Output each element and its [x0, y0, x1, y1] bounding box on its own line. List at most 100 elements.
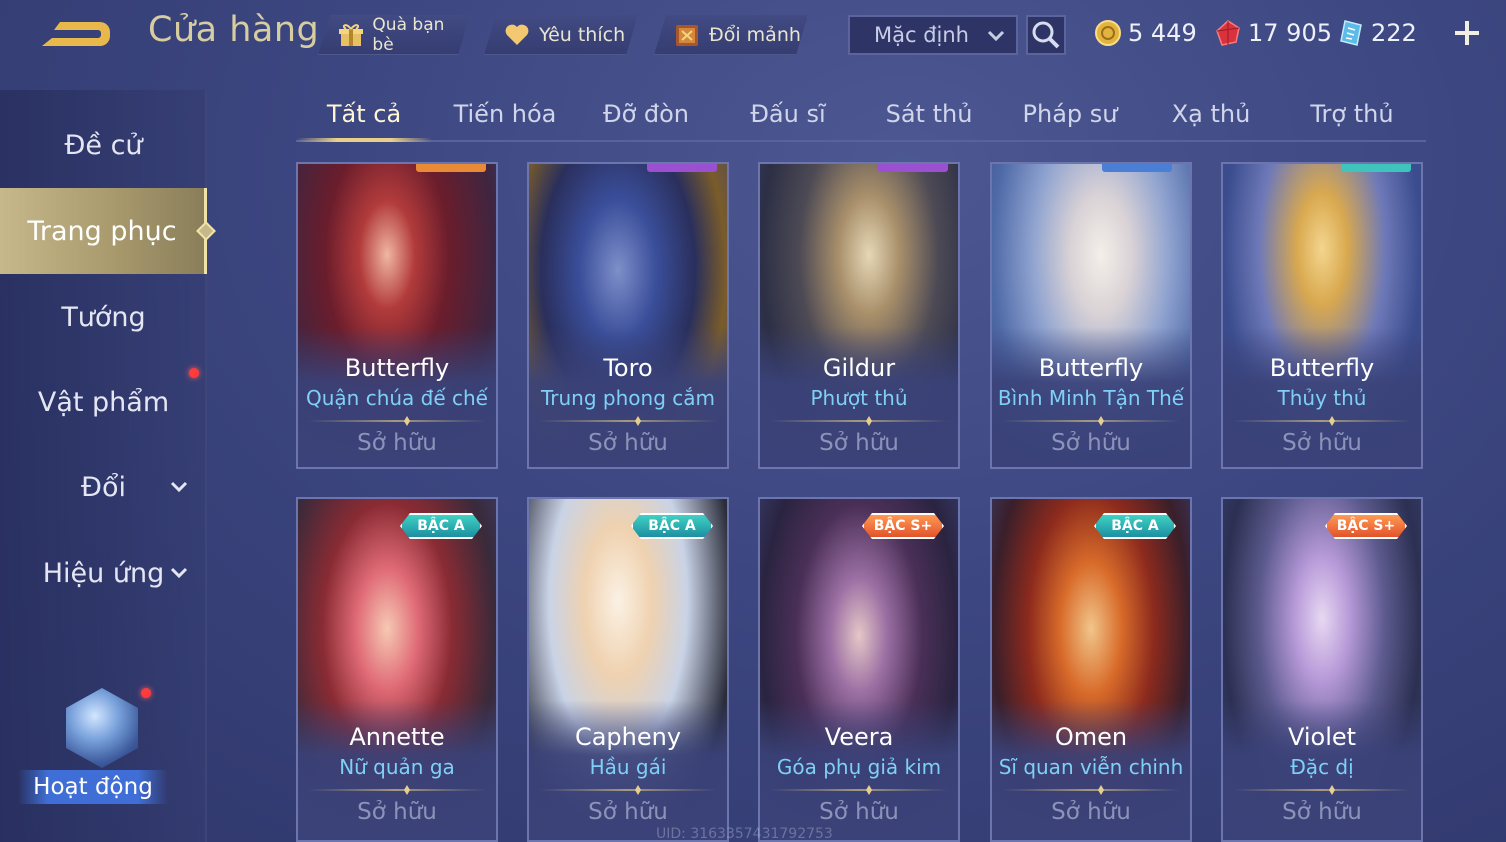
- hero-name: Butterfly: [344, 354, 450, 382]
- hero-name: Annette: [349, 723, 445, 751]
- skin-card[interactable]: Butterfly Bình Minh Tận Thế Sở hữu: [990, 162, 1192, 469]
- gift-icon: [337, 21, 364, 49]
- ruby-gem-icon: [1216, 20, 1240, 46]
- owned-status: Sở hữu: [819, 799, 899, 825]
- skin-name: Góa phụ giả kim: [776, 755, 942, 779]
- voucher-balance: 222: [1337, 16, 1417, 50]
- favorite-label: Yêu thích: [539, 24, 626, 46]
- skin-card[interactable]: Butterfly Quận chúa đế chế Sở hữu: [296, 162, 498, 469]
- favorite-button[interactable]: Yêu thích: [484, 15, 638, 55]
- skin-name: Sĩ quan viễn chinh: [998, 755, 1184, 779]
- tier-badge: BẬC S+: [1325, 513, 1407, 539]
- gold-coin-icon: [1095, 20, 1121, 46]
- notification-dot: [189, 368, 199, 378]
- tab-fighter[interactable]: Đấu sĩ: [720, 88, 856, 140]
- hero-name: Butterfly: [1269, 354, 1375, 382]
- skin-card[interactable]: Toro Trung phong cắm Sở hữu: [527, 162, 729, 469]
- tier-badge: BẬC A: [1094, 513, 1176, 539]
- skin-card[interactable]: BẬC S+ Veera Góa phụ giả kim Sở hữu: [758, 497, 960, 842]
- chevron-down-icon: [170, 567, 188, 579]
- owned-status: Sở hữu: [1051, 430, 1131, 456]
- owned-status: Sở hữu: [1282, 430, 1362, 456]
- skin-name: Phượt thủ: [810, 386, 908, 410]
- sidebar-item-skins[interactable]: Trang phục: [0, 188, 216, 274]
- sidebar-item-effects[interactable]: Hiệu ứng: [0, 543, 207, 603]
- tab-support[interactable]: Trợ thủ: [1284, 88, 1420, 140]
- owned-status: Sở hữu: [357, 430, 437, 456]
- sidebar-item-label: Trang phục: [27, 215, 177, 247]
- top-bar: Cửa hàng Quà bạn bè Yêu thích Đổi mảnh M…: [0, 0, 1506, 72]
- hero-name: Toro: [603, 354, 653, 382]
- event-button[interactable]: Hoạt động: [18, 680, 168, 810]
- search-button[interactable]: [1026, 15, 1066, 55]
- skin-name: Hầu gái: [589, 755, 667, 779]
- tier-badge-partial: [1102, 164, 1172, 172]
- skin-card[interactable]: BẬC A Capheny Hầu gái Sở hữu: [527, 497, 729, 842]
- voucher-amount: 222: [1371, 19, 1417, 47]
- sidebar-item-exchange[interactable]: Đổi: [0, 457, 207, 517]
- owned-status: Sở hữu: [588, 430, 668, 456]
- ruby-balance: 17 905: [1214, 16, 1332, 50]
- divider: [770, 420, 948, 422]
- divider: [1233, 420, 1411, 422]
- event-orb-icon: [66, 688, 138, 768]
- hero-name: Veera: [824, 723, 894, 751]
- sidebar-item-label: Đề cử: [64, 129, 143, 161]
- hero-name: Omen: [1054, 723, 1128, 751]
- owned-status: Sở hữu: [357, 799, 437, 825]
- divider: [770, 789, 948, 791]
- sidebar-item-items[interactable]: Vật phẩm: [0, 372, 207, 432]
- ruby-amount: 17 905: [1248, 19, 1332, 47]
- friend-gift-label: Quà bạn bè: [372, 15, 445, 55]
- fragment-exchange-button[interactable]: Đổi mảnh: [654, 15, 808, 55]
- skin-name: Trung phong cắm: [541, 386, 715, 410]
- divider: [1002, 420, 1180, 422]
- tier-badge: BẬC A: [631, 513, 713, 539]
- divider: [1002, 789, 1180, 791]
- uid-watermark: UID: 3163357431792753: [656, 826, 833, 842]
- hero-name: Butterfly: [1038, 354, 1144, 382]
- sidebar-item-label: Tướng: [61, 301, 146, 333]
- sort-dropdown[interactable]: Mặc định: [848, 15, 1018, 55]
- sidebar-item-label: Vật phẩm: [37, 386, 170, 418]
- skin-name: Đặc dị: [1290, 755, 1354, 779]
- divider: [308, 420, 486, 422]
- fragment-chest-icon: [673, 21, 701, 49]
- voucher-icon: [1340, 20, 1362, 46]
- skin-card[interactable]: BẬC S+ Violet Đặc dị Sở hữu: [1221, 497, 1423, 842]
- tier-badge-partial: [1341, 164, 1411, 172]
- tier-badge-partial: [878, 164, 948, 172]
- search-icon: [1032, 21, 1060, 49]
- page-title: Cửa hàng: [148, 10, 320, 50]
- tab-all[interactable]: Tất cả: [296, 88, 432, 142]
- back-arrow-icon: [42, 22, 110, 46]
- gold-amount: 5 449: [1128, 19, 1197, 47]
- skin-card[interactable]: BẬC A Omen Sĩ quan viễn chinh Sở hữu: [990, 497, 1192, 842]
- sidebar-item-heroes[interactable]: Tướng: [0, 287, 207, 347]
- tab-assassin[interactable]: Sát thủ: [861, 88, 997, 140]
- chevron-down-icon: [170, 481, 188, 493]
- divider: [539, 420, 717, 422]
- back-button[interactable]: [38, 14, 116, 54]
- hero-name: Gildur: [822, 354, 896, 382]
- skin-card[interactable]: Gildur Phượt thủ Sở hữu: [758, 162, 960, 469]
- hero-name: Capheny: [574, 723, 682, 751]
- tab-evolution[interactable]: Tiến hóa: [437, 88, 573, 140]
- plus-icon: [1455, 21, 1479, 45]
- skin-card[interactable]: Butterfly Thủy thủ Sở hữu: [1221, 162, 1423, 469]
- sort-value: Mặc định: [874, 23, 969, 47]
- skin-name: Bình Minh Tận Thế: [997, 386, 1185, 410]
- owned-status: Sở hữu: [1282, 799, 1362, 825]
- owned-status: Sở hữu: [588, 799, 668, 825]
- skin-name: Thủy thủ: [1277, 386, 1367, 410]
- add-currency-button[interactable]: [1451, 17, 1483, 49]
- tab-mage[interactable]: Pháp sư: [1002, 88, 1138, 140]
- tab-marksman[interactable]: Xạ thủ: [1143, 88, 1279, 140]
- owned-status: Sở hữu: [819, 430, 899, 456]
- friend-gift-button[interactable]: Quà bạn bè: [318, 15, 470, 55]
- skin-card[interactable]: BẬC A Annette Nữ quản ga Sở hữu: [296, 497, 498, 842]
- sidebar-item-label: Hiệu ứng: [42, 557, 165, 589]
- sidebar-item-recommended[interactable]: Đề cử: [0, 115, 207, 175]
- owned-status: Sở hữu: [1051, 799, 1131, 825]
- tab-tank[interactable]: Đỡ đòn: [578, 88, 714, 140]
